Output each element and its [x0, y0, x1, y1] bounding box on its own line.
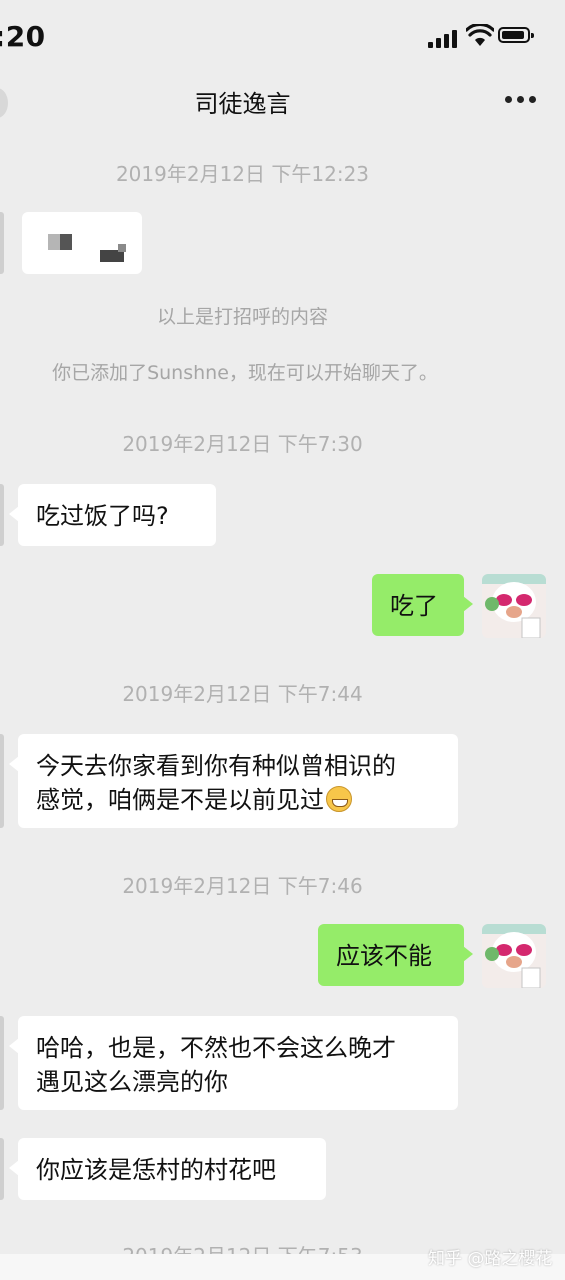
message-text-line: 遇见这么漂亮的你 — [36, 1068, 228, 1096]
contact-avatar[interactable] — [0, 1016, 4, 1110]
incoming-message[interactable]: 今天去你家看到你有种似曾相识的 感觉，咱俩是不是以前见过 — [9, 734, 458, 828]
message-text-line: 感觉，咱俩是不是以前见过 — [36, 783, 440, 817]
message-text: 你应该是恁村的村花吧 — [36, 1156, 276, 1184]
system-message: 你已添加了Sunshne，现在可以开始聊天了。 — [52, 362, 438, 384]
system-message: 以上是打招呼的内容 — [156, 306, 328, 328]
outgoing-message[interactable]: 吃了 — [372, 574, 473, 636]
message-timestamp: 2019年2月12日 下午7:30 — [122, 432, 363, 456]
status-time: :20 — [0, 20, 46, 53]
message-timestamp: 2019年2月12日 下午7:46 — [122, 874, 363, 898]
battery-icon — [498, 27, 534, 43]
chat-title: 司徒逸言 — [194, 90, 291, 118]
outgoing-message[interactable]: 应该不能 — [318, 924, 473, 986]
contact-avatar[interactable] — [0, 734, 4, 828]
contact-avatar[interactable] — [0, 212, 4, 274]
incoming-message[interactable]: 吃过饭了吗? — [9, 484, 216, 546]
image-message[interactable] — [22, 212, 142, 274]
signal-icon — [428, 28, 462, 48]
message-timestamp: 2019年2月12日 下午7:44 — [122, 682, 363, 706]
wifi-icon — [466, 24, 494, 46]
message-timestamp: 2019年2月12日 下午12:23 — [115, 162, 370, 186]
grinning-face-emoji-icon — [326, 786, 352, 812]
contact-avatar[interactable] — [0, 484, 4, 546]
more-options-icon[interactable] — [505, 96, 537, 106]
message-text-line: 今天去你家看到你有种似曾相识的 — [36, 752, 396, 780]
contact-avatar[interactable] — [0, 1138, 4, 1200]
message-text: 应该不能 — [336, 942, 432, 970]
my-avatar[interactable] — [482, 924, 546, 988]
status-bar: :20 — [0, 0, 565, 70]
my-avatar[interactable] — [482, 574, 546, 638]
message-text: 吃了 — [390, 592, 438, 620]
message-text: 感觉，咱俩是不是以前见过 — [36, 786, 324, 814]
message-text: 吃过饭了吗? — [36, 502, 169, 530]
watermark: 知乎 @路之櫻花 — [428, 1249, 553, 1269]
message-text-line: 哈哈，也是，不然也不会这么晚才 — [36, 1034, 396, 1062]
incoming-message[interactable]: 你应该是恁村的村花吧 — [9, 1138, 326, 1200]
incoming-message[interactable]: 哈哈，也是，不然也不会这么晚才 遇见这么漂亮的你 — [9, 1016, 458, 1110]
